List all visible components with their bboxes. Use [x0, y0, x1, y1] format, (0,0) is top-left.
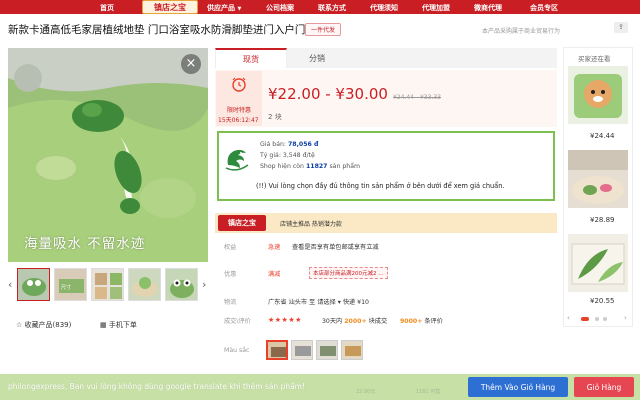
- svg-text:尺寸: 尺寸: [61, 284, 71, 291]
- vn-sale-price: Giá bán: 78,056 đ: [260, 141, 319, 148]
- share-icon[interactable]: ⇪: [614, 22, 628, 33]
- ghost-stock: 1161 可售: [416, 389, 441, 395]
- thumbnail-image: [92, 269, 123, 300]
- vn-warning: (!!) Vui lòng chọn đầy đủ thông tin sản …: [256, 182, 505, 190]
- thumb-prev-icon[interactable]: ‹: [8, 278, 12, 291]
- price-range: ¥22.00 - ¥30.00: [268, 85, 388, 103]
- thumbnail-image: [166, 269, 197, 300]
- star-icon: ☆: [16, 321, 23, 329]
- shop-logo[interactable]: 镇店之宝: [218, 215, 266, 231]
- timer-label: 限时特惠: [227, 107, 252, 114]
- carousel-dots-icon[interactable]: [577, 316, 617, 322]
- promo-type: 满减: [268, 271, 281, 278]
- favorite-button[interactable]: ☆ 收藏产品(839): [16, 320, 71, 330]
- color-option[interactable]: [341, 340, 363, 360]
- sidebar-product-image[interactable]: [568, 150, 628, 208]
- color-swatch: [292, 341, 312, 359]
- nav-agent-notice[interactable]: 代理须知: [370, 3, 398, 13]
- nav-home[interactable]: 首页: [100, 3, 114, 13]
- min-order: 2 块: [268, 113, 282, 121]
- image-caption: 海量吸水 不留水迹: [24, 236, 146, 252]
- dog-mat-image: [568, 66, 628, 124]
- page-root: 首页 镇店之宝 供应产品 ▼ 公司档案 联系方式 代理须知 代理加盟 微商代理 …: [0, 0, 640, 400]
- nav-supply[interactable]: 供应产品 ▼: [207, 3, 241, 13]
- bottom-notice: philongexpress, Bạn vui lòng không dùng …: [8, 382, 305, 391]
- rights-text[interactable]: 查看是否享有单包邮或享有立减: [292, 242, 379, 251]
- leaf-mat-image: [568, 234, 628, 292]
- alarm-clock-icon: [232, 77, 246, 92]
- chevron-down-icon: ▼: [237, 6, 242, 12]
- doormat-photo: [8, 48, 208, 262]
- sidebar-price: ¥24.44: [590, 132, 615, 140]
- sidebar-title: 买家还在看: [578, 55, 611, 63]
- thumbnail[interactable]: [91, 268, 124, 301]
- qr-code-icon: ▦: [100, 321, 107, 329]
- nav-wechat-agent[interactable]: 微商代理: [474, 3, 502, 13]
- nav-agent-join[interactable]: 代理加盟: [422, 3, 450, 13]
- deal-stats: 30天内 2000+ 块成交: [322, 318, 388, 325]
- thumbnail[interactable]: [17, 268, 50, 301]
- thumb-next-icon[interactable]: ›: [202, 278, 206, 291]
- vn-stock: Shop hiện còn 11827 sản phẩm: [260, 163, 361, 170]
- nav-member[interactable]: 会员专区: [530, 3, 558, 13]
- rights-tag: 急速: [268, 244, 281, 251]
- original-price: ¥24.44 - ¥33.33: [393, 94, 441, 101]
- main-product-image[interactable]: [8, 48, 208, 262]
- close-image-button[interactable]: ×: [181, 54, 201, 74]
- color-swatch: [268, 342, 286, 358]
- mobile-order-button[interactable]: ▦ 手机下单: [100, 320, 137, 330]
- promo-label: 优惠: [224, 271, 237, 278]
- bathroom-mat-image: [568, 150, 628, 208]
- shop-banner-text: 店铺主推品 热销潜力款: [280, 221, 342, 228]
- color-label: Màu sắc: [224, 347, 250, 354]
- thumbnail[interactable]: 尺寸: [54, 268, 87, 301]
- trade-note: 本产品采购属于商业贸易行为: [482, 28, 561, 35]
- tab-in-stock[interactable]: 现货: [215, 48, 287, 68]
- logistics-label: 物流: [224, 299, 237, 306]
- color-option[interactable]: [291, 340, 313, 360]
- ghost-price: 22.00元: [356, 389, 376, 395]
- cart-button[interactable]: Giỏ Hàng: [574, 377, 634, 397]
- sidebar-next-icon[interactable]: ›: [624, 314, 627, 322]
- thumbnail[interactable]: [128, 268, 161, 301]
- thumbnail[interactable]: [165, 268, 198, 301]
- shop-banner: [215, 213, 557, 233]
- rights-label: 权益: [224, 244, 237, 251]
- color-swatch: [317, 341, 337, 359]
- color-option[interactable]: [316, 340, 338, 360]
- thumbnail-image: 尺寸: [55, 269, 86, 300]
- rating-stars-icon: ★★★★★: [268, 316, 302, 324]
- nav-logo[interactable]: 镇店之宝: [142, 0, 198, 14]
- nav-contact[interactable]: 联系方式: [318, 3, 346, 13]
- color-option[interactable]: [266, 340, 288, 360]
- thumbnail-image: [129, 269, 160, 300]
- thumbnail-image: [18, 269, 49, 300]
- review-stats[interactable]: 9000+ 条评价: [400, 316, 443, 325]
- add-to-cart-button[interactable]: Thêm Vào Giỏ Hàng: [468, 377, 568, 397]
- timer-countdown: 15天06:12:47: [218, 117, 259, 124]
- product-title: 新款卡通高低毛家居植绒地垫 门口浴室吸水防滑脚垫进门入户门垫: [8, 24, 316, 36]
- sidebar-product-image[interactable]: [568, 66, 628, 124]
- sidebar-prev-icon[interactable]: ‹: [567, 314, 570, 322]
- vn-exchange-rate: Tỷ giá: 3,548 đ/tệ: [260, 152, 315, 159]
- sidebar-price: ¥20.55: [590, 297, 615, 305]
- dragon-logo-icon: [225, 149, 249, 171]
- deal-label: 成交\评价: [224, 318, 251, 325]
- sidebar-price: ¥28.89: [590, 216, 615, 224]
- sidebar-product-image[interactable]: [568, 234, 628, 292]
- tab-distribution[interactable]: 分销: [287, 48, 557, 68]
- nav-company[interactable]: 公司档案: [266, 3, 294, 13]
- logistics-select[interactable]: 广东省 汕头市 至 请选择 ▾ 快递 ¥10: [268, 297, 369, 306]
- dropship-badge: 一件代发: [305, 23, 342, 36]
- promo-coupon[interactable]: 本店部分商品满200元减2 ...: [309, 267, 388, 279]
- color-swatch: [342, 341, 362, 359]
